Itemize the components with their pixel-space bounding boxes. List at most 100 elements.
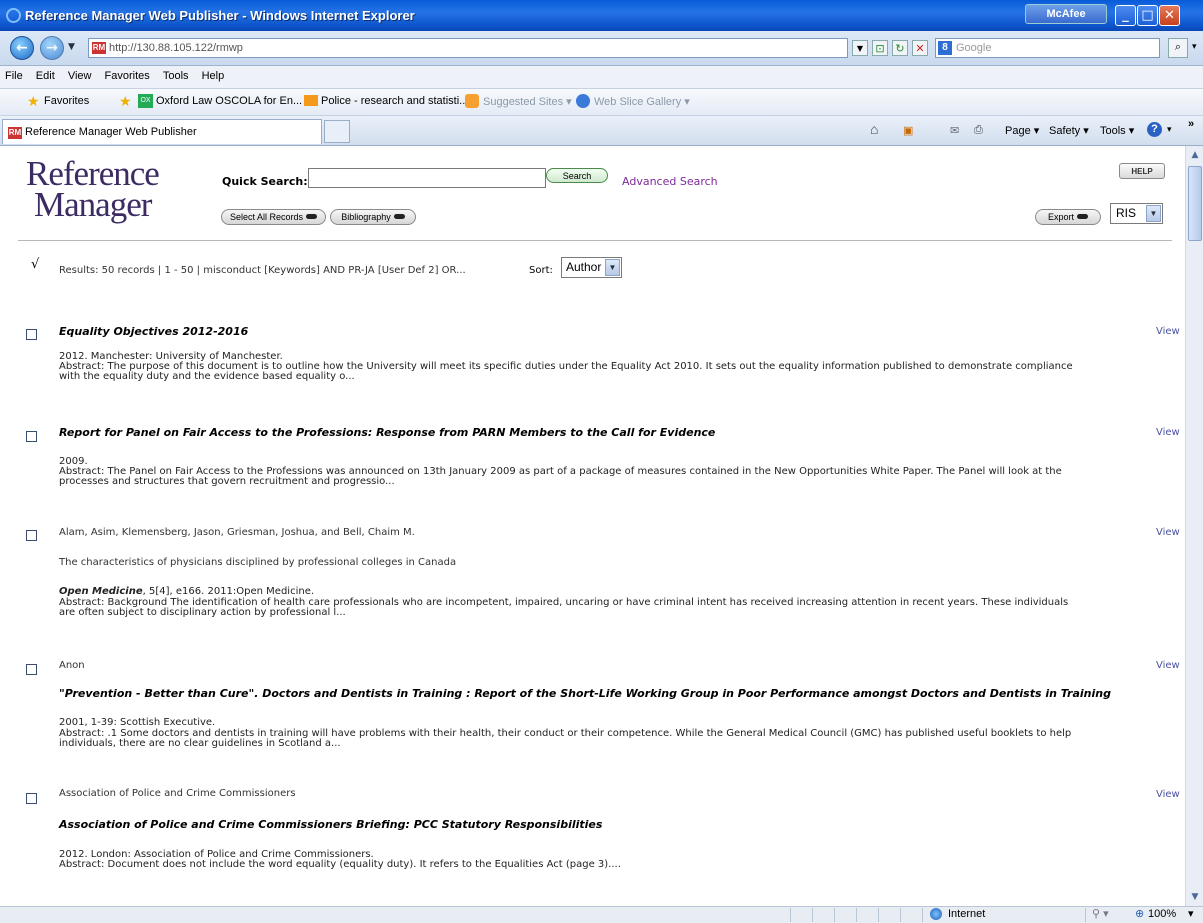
record-title[interactable]: Association of Police and Crime Commissi… [59,818,602,831]
view-link[interactable]: View [1156,789,1180,800]
record-checkbox[interactable] [26,793,37,804]
home-icon[interactable]: ⌂ [870,121,878,137]
record-checkbox[interactable] [26,530,37,541]
window-title: Reference Manager Web Publisher - Window… [25,8,415,23]
record-publication: 2001, 1-39: Scottish Executive. [59,717,216,728]
sort-value: Author [566,260,602,274]
tab-title: Reference Manager Web Publisher [25,126,197,138]
menu-view[interactable]: View [63,66,97,86]
quick-search-input[interactable] [308,168,546,188]
bibliography-button[interactable]: Bibliography [330,209,416,225]
record-checkbox[interactable] [26,664,37,675]
search-box[interactable]: 8 Google [935,38,1160,58]
title-bar: Reference Manager Web Publisher - Window… [0,0,1203,31]
stop-icon[interactable]: ✕ [912,40,928,56]
reference-manager-logo: Reference Manager [26,154,160,224]
zoom-dropdown-icon[interactable]: ▾ [1188,907,1194,920]
status-bar: Internet ⚲ ▾ ⊕ 100% ▾ [0,906,1203,923]
new-tab-button[interactable] [324,120,350,143]
address-url: http://130.88.105.122/rmwp [109,42,243,54]
chevron-down-icon: ▼ [605,259,620,276]
refresh-icon[interactable]: ↻ [892,40,908,56]
scroll-down-icon[interactable]: ▼ [1188,890,1202,904]
check-mark: √ [31,257,40,272]
help-dropdown-icon[interactable]: ▾ [1167,124,1172,135]
help-button[interactable]: HELP [1119,163,1165,179]
favorites-button[interactable]: Favorites [44,95,89,107]
scroll-thumb[interactable] [1188,166,1202,241]
menu-favorites[interactable]: Favorites [100,66,155,86]
record-publication: Open Medicine, 5[4], e166. 2011:Open Med… [59,586,315,597]
export-format-select[interactable]: RIS ▼ [1110,203,1163,224]
address-row: ← → ▼ RM http://130.88.105.122/rmwp ▼ ⊡ … [0,31,1203,66]
rm-favicon-icon: RM [92,42,106,54]
favorites-star-icon: ★ [27,93,40,109]
feeds-icon[interactable]: ▣ [903,124,913,137]
address-bar[interactable]: RM http://130.88.105.122/rmwp [88,38,848,58]
page-content: Reference Manager Quick Search: Search A… [10,146,1184,906]
mcafee-button[interactable]: McAfee [1025,4,1107,24]
record-abstract-continued: individuals, there are no clear guidelin… [59,738,341,749]
protected-mode-icon[interactable]: ⚲ ▾ [1092,907,1109,920]
safety-menu[interactable]: Safety ▾ [1049,124,1089,137]
record-abstract: Abstract: Document does not include the … [59,859,621,870]
favorite-oxford-law[interactable]: Oxford Law OSCOLA for En... [156,95,302,107]
back-button[interactable]: ← [10,36,34,60]
recent-pages-dropdown[interactable]: ▼ [68,42,75,52]
forward-button[interactable]: → [40,36,64,60]
address-dropdown-icon[interactable]: ▼ [852,40,868,56]
search-options-icon[interactable]: ▾ [1192,42,1197,52]
internet-globe-icon [930,908,942,920]
close-button[interactable]: ✕ [1159,5,1180,26]
sort-select[interactable]: Author ▼ [561,257,622,278]
advanced-search-link[interactable]: Advanced Search [622,175,718,188]
tab-bar: RM Reference Manager Web Publisher ⌂ ▣ ✉… [0,116,1203,146]
search-go-icon[interactable]: ⌕ [1168,38,1188,58]
record-checkbox[interactable] [26,329,37,340]
print-icon[interactable]: ⎙ [974,124,983,137]
record-article-title: The characteristics of physicians discip… [59,557,457,568]
menu-help[interactable]: Help [197,66,230,86]
record-checkbox[interactable] [26,431,37,442]
tools-menu[interactable]: Tools ▾ [1100,124,1134,137]
overflow-chevron-icon[interactable]: » [1188,118,1194,130]
record-title[interactable]: Equality Objectives 2012-2016 [59,325,248,338]
google-icon: 8 [938,41,952,55]
ie-logo-icon [6,8,21,23]
export-button[interactable]: Export [1035,209,1101,225]
page-menu[interactable]: Page ▾ [1005,124,1039,137]
record-authors: Anon [59,660,85,671]
vertical-scrollbar[interactable]: ▲ ▼ [1185,146,1203,906]
search-placeholder: Google [956,42,992,54]
menu-file[interactable]: File [0,66,28,86]
suggested-sites[interactable]: Suggested Sites ▾ [483,95,572,108]
view-link[interactable]: View [1156,427,1180,438]
oxford-law-icon: OX [138,94,153,108]
record-title[interactable]: Report for Panel on Fair Access to the P… [59,426,715,439]
select-all-records-button[interactable]: Select All Records [221,209,326,225]
favorite-police-research[interactable]: Police - research and statisti... [321,95,468,107]
view-link[interactable]: View [1156,660,1180,671]
tab-reference-manager[interactable]: RM Reference Manager Web Publisher [2,119,322,144]
search-button[interactable]: Search [546,168,608,183]
chevron-down-icon: ▼ [1146,205,1161,222]
header-divider [18,240,1172,241]
menu-bar: File Edit View Favorites Tools Help [0,66,1203,89]
folder-icon [304,95,318,106]
menu-edit[interactable]: Edit [31,66,60,86]
add-favorite-icon[interactable]: ★ [119,93,132,110]
zoom-level[interactable]: 100% [1148,908,1176,920]
menu-tools[interactable]: Tools [158,66,194,86]
view-link[interactable]: View [1156,527,1180,538]
compatibility-view-icon[interactable]: ⊡ [872,40,888,56]
minimize-button[interactable]: _ [1115,5,1136,26]
zoom-icon[interactable]: ⊕ [1135,907,1144,920]
record-abstract-continued: with the equality duty and the evidence … [59,371,355,382]
web-slice-gallery[interactable]: Web Slice Gallery ▾ [594,95,690,108]
maximize-button[interactable]: □ [1137,5,1158,26]
record-title[interactable]: "Prevention - Better than Cure". Doctors… [59,687,1111,700]
scroll-up-icon[interactable]: ▲ [1188,148,1202,162]
read-mail-icon[interactable]: ✉ [950,124,959,137]
help-icon[interactable]: ? [1147,122,1162,137]
view-link[interactable]: View [1156,326,1180,337]
